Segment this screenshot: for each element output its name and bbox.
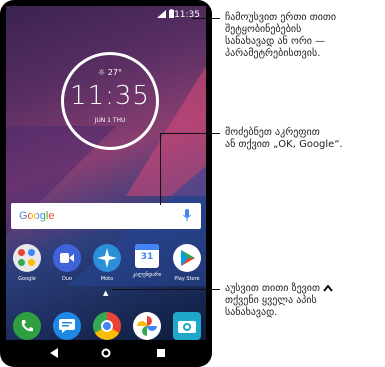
- app-drawer-chevron-icon[interactable]: ▲: [103, 289, 108, 297]
- phone-frame: 11:35 ☼ 27° 11:35 JUN 1 THU Google Googl…: [0, 0, 212, 367]
- back-icon[interactable]: [50, 348, 58, 358]
- annotation-line: სანახავად ან ორი —: [225, 36, 326, 47]
- annotation-line: სანახავად.: [225, 307, 278, 318]
- google-folder-icon: [13, 244, 41, 272]
- temperature: 27°: [107, 68, 122, 77]
- photos-icon: [133, 312, 161, 340]
- google-search-bar[interactable]: Google: [11, 203, 201, 229]
- app-play-store[interactable]: Play Store: [170, 244, 204, 282]
- messages-icon: [53, 312, 81, 340]
- dock-messages[interactable]: [50, 312, 84, 340]
- annotation-line: პარამეტრებისთვის.: [225, 48, 321, 59]
- app-calendar[interactable]: 31 კალენდარი: [130, 244, 164, 278]
- annotation-line: თქვენი ყველა აპის: [225, 295, 317, 306]
- app-label: Play Store: [174, 276, 200, 282]
- app-label: Google: [18, 276, 36, 282]
- signal-icon: [157, 10, 166, 18]
- chrome-icon: [93, 312, 121, 340]
- dock-camera[interactable]: [170, 312, 204, 340]
- app-moto[interactable]: Moto: [90, 244, 124, 282]
- app-google-folder[interactable]: Google: [10, 244, 44, 282]
- callout-line-search-h: [160, 133, 220, 134]
- navigation-bar: [6, 340, 206, 367]
- clock-widget[interactable]: ☼ 27° 11:35 JUN 1 THU: [61, 52, 159, 150]
- phone-icon: [13, 312, 41, 340]
- annotation-line: მოძებნეთ აკრეფით: [225, 127, 320, 138]
- play-store-icon: [173, 244, 201, 272]
- clock-time: 11:35: [70, 81, 150, 111]
- dock-phone[interactable]: [10, 312, 44, 340]
- annotation-search: მოძებნეთ აკრეფით ან თქვით „OK, Google“.: [225, 127, 343, 151]
- annotation-text: აუსვით თითი ზევით: [225, 283, 320, 294]
- recents-icon[interactable]: [157, 349, 165, 357]
- camera-icon: [173, 312, 201, 340]
- annotation-line: ჩამოუსვით ერთი თითი: [225, 12, 337, 23]
- annotation-line: აუსვით თითი ზევით: [225, 283, 333, 295]
- app-duo[interactable]: Duo: [50, 244, 84, 282]
- callout-line-settings: [192, 18, 220, 19]
- callout-line-apps: [112, 289, 220, 290]
- microphone-icon[interactable]: [183, 209, 191, 222]
- annotation-line: შეტყობინებების: [225, 24, 302, 35]
- duo-icon: [53, 244, 81, 272]
- moto-icon: [93, 244, 121, 272]
- dock-photos[interactable]: [130, 312, 164, 340]
- app-label: კალენდარი: [132, 272, 162, 278]
- annotation-apps: აუსვით თითი ზევით თქვენი ყველა აპის სანა…: [225, 283, 333, 319]
- home-icon[interactable]: [101, 348, 111, 358]
- sun-icon: ☼: [98, 68, 106, 77]
- dock-chrome[interactable]: [90, 312, 124, 340]
- calendar-icon: 31: [135, 244, 159, 268]
- weather-readout: ☼ 27°: [64, 68, 156, 77]
- annotation-settings: ჩამოუსვით ერთი თითი შეტყობინებების სანახ…: [225, 12, 336, 60]
- status-bar[interactable]: 11:35: [6, 6, 206, 24]
- app-label: Moto: [100, 276, 114, 282]
- annotation-line: ან თქვით „OK, Google“.: [225, 139, 343, 150]
- app-label: Duo: [61, 276, 73, 282]
- chevron-up-icon: [323, 283, 333, 292]
- clock-date: JUN 1 THU: [94, 117, 126, 124]
- calendar-day: 31: [140, 252, 154, 262]
- callout-line-search-v: [160, 133, 161, 205]
- google-logo: Google: [19, 210, 55, 222]
